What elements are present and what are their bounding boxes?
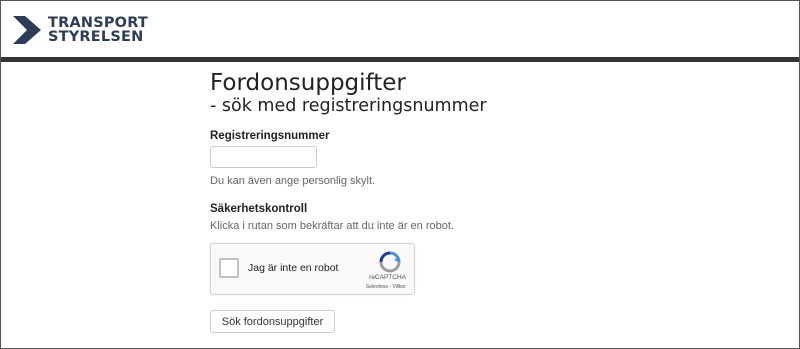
logo-line1: TRANSPORT (48, 14, 149, 31)
registration-label: Registreringsnummer (210, 130, 330, 142)
security-check-label: Säkerhetskontroll (210, 203, 308, 215)
transportstyrelsen-logo-icon (13, 16, 41, 44)
recaptcha-checkbox-label: Jag är inte en robot (248, 262, 339, 274)
page-subtitle: - sök med registreringsnummer (210, 96, 487, 116)
recaptcha-links[interactable]: Sekretess - Villkor (366, 284, 406, 290)
site-header: TRANSPORT STYRELSEN (1, 1, 799, 57)
registration-help-text: Du kan även ange personlig skylt. (210, 175, 376, 187)
search-vehicle-button[interactable]: Sök fordonsuppgifter (210, 310, 335, 333)
page-title: Fordonsuppgifter (210, 70, 406, 96)
registration-number-input[interactable] (210, 146, 317, 168)
header-divider (1, 57, 799, 62)
recaptcha-brand: reCAPTCHA (369, 274, 406, 281)
site-logo[interactable]: TRANSPORT STYRELSEN (13, 13, 148, 47)
logo-line2: STYRELSEN (48, 29, 144, 45)
logo-wordmark: TRANSPORT STYRELSEN (48, 14, 149, 45)
vehicle-search-form: Fordonsuppgifter - sök med registrerings… (210, 70, 630, 333)
recaptcha-widget: Jag är inte en robot reCAPTCHA Sekretess… (210, 243, 415, 295)
security-check-help-text: Klicka i rutan som bekräftar att du inte… (210, 220, 454, 232)
recaptcha-checkbox[interactable] (219, 258, 239, 278)
